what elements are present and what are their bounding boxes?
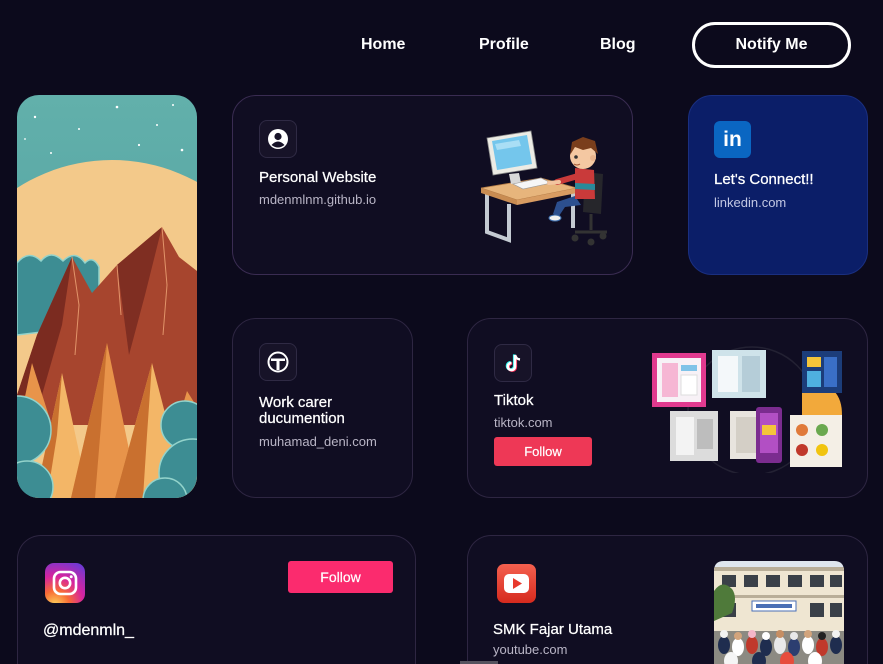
- linkedin-card[interactable]: in Let's Connect!! linkedin.com: [688, 95, 868, 275]
- linkedin-title: Let's Connect!!: [714, 171, 814, 188]
- instagram-handle: @mdenmln_: [43, 622, 134, 639]
- tiktok-icon: [494, 344, 532, 382]
- tiktok-follow-button[interactable]: Follow: [494, 437, 592, 466]
- mountain-sunset-illustration: [17, 95, 197, 498]
- nav-home-link[interactable]: Home: [361, 36, 405, 54]
- user-circle-icon: [259, 120, 297, 158]
- youtube-title: SMK Fajar Utama: [493, 621, 613, 638]
- instagram-card[interactable]: @mdenmln_ Follow: [17, 535, 416, 664]
- tiktok-url: tiktok.com: [494, 415, 553, 430]
- instagram-icon: [45, 563, 85, 603]
- linkedin-icon: in: [714, 121, 751, 158]
- instagram-follow-button[interactable]: Follow: [288, 561, 393, 593]
- website-url: mdenmlnm.github.io: [259, 192, 377, 207]
- youtube-url: youtube.com: [493, 642, 568, 657]
- youtube-icon: [497, 564, 536, 603]
- school-group-photo: [714, 561, 844, 664]
- personal-website-card[interactable]: Personal Website mdenmlnm.github.io: [232, 95, 633, 275]
- nav-profile-link[interactable]: Profile: [479, 36, 529, 54]
- work-title: Work carer ducumention: [259, 394, 345, 427]
- tiktok-card[interactable]: Tiktok tiktok.com Follow: [467, 318, 868, 498]
- website-title: Personal Website: [259, 169, 377, 186]
- notify-me-button[interactable]: Notify Me: [692, 22, 851, 68]
- tiktok-title: Tiktok: [494, 392, 534, 409]
- youtube-card[interactable]: SMK Fajar Utama youtube.com: [467, 535, 868, 664]
- work-documentation-card[interactable]: Work carer ducumention muhamad_deni.com: [232, 318, 413, 498]
- linkedin-url: linkedin.com: [714, 195, 787, 210]
- nav-blog-link[interactable]: Blog: [600, 36, 636, 54]
- work-url: muhamad_deni.com: [259, 434, 377, 449]
- design-collage: [652, 346, 842, 473]
- hero-illustration-card: [17, 95, 197, 498]
- kid-at-computer-illustration: [480, 130, 607, 246]
- work-logo-icon: [259, 343, 297, 381]
